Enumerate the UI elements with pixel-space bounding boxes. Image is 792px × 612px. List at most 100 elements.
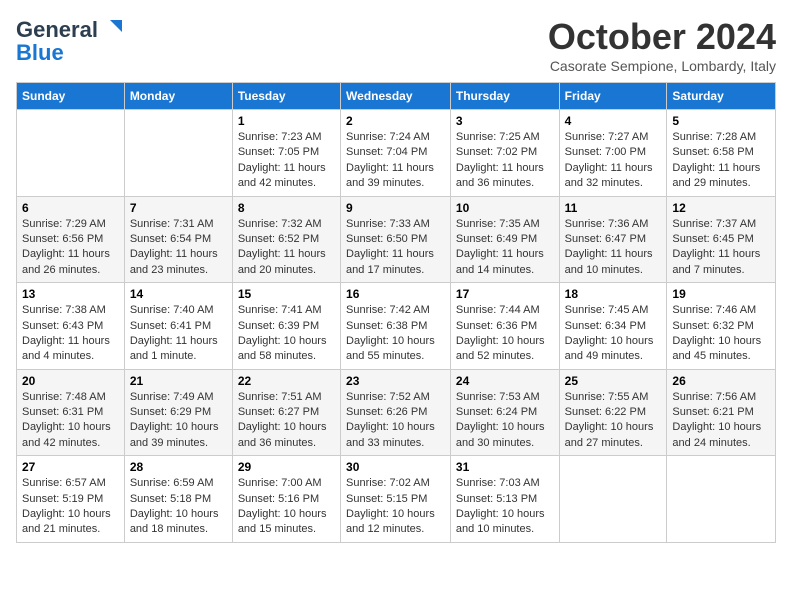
calendar-table: SundayMondayTuesdayWednesdayThursdayFrid… [16,82,776,543]
day-number: 2 [346,114,445,128]
weekday-header-sunday: Sunday [17,83,125,110]
day-info: Sunrise: 7:28 AMSunset: 6:58 PMDaylight:… [672,130,770,192]
day-number: 11 [565,201,662,215]
day-info: Sunrise: 7:38 AMSunset: 6:43 PMDaylight:… [22,303,119,365]
day-cell: 31 Sunrise: 7:03 AMSunset: 5:13 PMDayligh… [450,456,559,543]
day-info: Sunrise: 7:24 AMSunset: 7:04 PMDaylight:… [346,130,445,192]
day-number: 10 [456,201,554,215]
day-number: 24 [456,374,554,388]
month-title: October 2024 [548,16,776,58]
weekday-header-wednesday: Wednesday [341,83,451,110]
day-number: 27 [22,460,119,474]
day-info: Sunrise: 7:40 AMSunset: 6:41 PMDaylight:… [130,303,227,365]
day-number: 28 [130,460,227,474]
day-info: Sunrise: 7:51 AMSunset: 6:27 PMDaylight:… [238,390,335,452]
day-cell: 26 Sunrise: 7:56 AMSunset: 6:21 PMDayligh… [667,369,776,456]
weekday-header-row: SundayMondayTuesdayWednesdayThursdayFrid… [17,83,776,110]
day-cell: 18 Sunrise: 7:45 AMSunset: 6:34 PMDayligh… [559,283,667,370]
logo-blue-text: Blue [16,41,64,65]
day-info: Sunrise: 7:45 AMSunset: 6:34 PMDaylight:… [565,303,662,365]
day-info: Sunrise: 7:46 AMSunset: 6:32 PMDaylight:… [672,303,770,365]
day-number: 31 [456,460,554,474]
day-number: 12 [672,201,770,215]
day-info: Sunrise: 7:32 AMSunset: 6:52 PMDaylight:… [238,217,335,279]
day-cell: 15 Sunrise: 7:41 AMSunset: 6:39 PMDayligh… [232,283,340,370]
page-header: General Blue October 2024 Casorate Sempi… [16,16,776,74]
day-number: 30 [346,460,445,474]
day-info: Sunrise: 7:49 AMSunset: 6:29 PMDaylight:… [130,390,227,452]
day-cell [559,456,667,543]
weekday-header-thursday: Thursday [450,83,559,110]
day-number: 21 [130,374,227,388]
day-number: 9 [346,201,445,215]
day-cell: 6Sunrise: 7:29 AMSunset: 6:56 PMDaylight… [17,196,125,283]
logo: General Blue [16,16,124,65]
day-info: Sunrise: 6:57 AMSunset: 5:19 PMDaylight:… [22,476,119,538]
week-row-2: 6Sunrise: 7:29 AMSunset: 6:56 PMDaylight… [17,196,776,283]
weekday-header-monday: Monday [124,83,232,110]
day-info: Sunrise: 7:00 AMSunset: 5:16 PMDaylight:… [238,476,335,538]
day-cell: 4 Sunrise: 7:27 AMSunset: 7:00 PMDaylight… [559,110,667,197]
day-cell: 1 Sunrise: 7:23 AMSunset: 7:05 PMDaylight… [232,110,340,197]
day-cell: 29 Sunrise: 7:00 AMSunset: 5:16 PMDayligh… [232,456,340,543]
day-info: Sunrise: 7:23 AMSunset: 7:05 PMDaylight:… [238,130,335,192]
day-number: 29 [238,460,335,474]
day-info: Sunrise: 7:25 AMSunset: 7:02 PMDaylight:… [456,130,554,192]
day-number: 19 [672,287,770,301]
day-info: Sunrise: 7:03 AMSunset: 5:13 PMDaylight:… [456,476,554,538]
day-number: 26 [672,374,770,388]
day-info: Sunrise: 7:42 AMSunset: 6:38 PMDaylight:… [346,303,445,365]
day-cell: 21 Sunrise: 7:49 AMSunset: 6:29 PMDayligh… [124,369,232,456]
day-cell: 10 Sunrise: 7:35 AMSunset: 6:49 PMDayligh… [450,196,559,283]
day-number: 17 [456,287,554,301]
weekday-header-saturday: Saturday [667,83,776,110]
day-cell: 17 Sunrise: 7:44 AMSunset: 6:36 PMDayligh… [450,283,559,370]
day-number: 20 [22,374,119,388]
weekday-header-friday: Friday [559,83,667,110]
week-row-4: 20 Sunrise: 7:48 AMSunset: 6:31 PMDayligh… [17,369,776,456]
day-cell [124,110,232,197]
day-cell: 25Sunrise: 7:55 AMSunset: 6:22 PMDayligh… [559,369,667,456]
day-cell: 8Sunrise: 7:32 AMSunset: 6:52 PMDaylight… [232,196,340,283]
day-info: Sunrise: 6:59 AMSunset: 5:18 PMDaylight:… [130,476,227,538]
day-cell: 7Sunrise: 7:31 AMSunset: 6:54 PMDaylight… [124,196,232,283]
day-cell [17,110,125,197]
day-number: 13 [22,287,119,301]
day-info: Sunrise: 7:56 AMSunset: 6:21 PMDaylight:… [672,390,770,452]
day-cell [667,456,776,543]
day-number: 15 [238,287,335,301]
day-number: 22 [238,374,335,388]
location-subtitle: Casorate Sempione, Lombardy, Italy [548,58,776,74]
day-info: Sunrise: 7:52 AMSunset: 6:26 PMDaylight:… [346,390,445,452]
day-info: Sunrise: 7:02 AMSunset: 5:15 PMDaylight:… [346,476,445,538]
day-number: 3 [456,114,554,128]
day-info: Sunrise: 7:55 AMSunset: 6:22 PMDaylight:… [565,390,662,452]
week-row-1: 1 Sunrise: 7:23 AMSunset: 7:05 PMDaylight… [17,110,776,197]
day-info: Sunrise: 7:35 AMSunset: 6:49 PMDaylight:… [456,217,554,279]
day-cell: 27 Sunrise: 6:57 AMSunset: 5:19 PMDayligh… [17,456,125,543]
day-number: 23 [346,374,445,388]
day-cell: 28 Sunrise: 6:59 AMSunset: 5:18 PMDayligh… [124,456,232,543]
day-info: Sunrise: 7:48 AMSunset: 6:31 PMDaylight:… [22,390,119,452]
day-info: Sunrise: 7:53 AMSunset: 6:24 PMDaylight:… [456,390,554,452]
title-block: October 2024 Casorate Sempione, Lombardy… [548,16,776,74]
day-cell: 22 Sunrise: 7:51 AMSunset: 6:27 PMDayligh… [232,369,340,456]
day-cell: 19 Sunrise: 7:46 AMSunset: 6:32 PMDayligh… [667,283,776,370]
day-info: Sunrise: 7:41 AMSunset: 6:39 PMDaylight:… [238,303,335,365]
week-row-5: 27 Sunrise: 6:57 AMSunset: 5:19 PMDayligh… [17,456,776,543]
day-cell: 13 Sunrise: 7:38 AMSunset: 6:43 PMDayligh… [17,283,125,370]
day-number: 1 [238,114,335,128]
day-number: 7 [130,201,227,215]
day-cell: 16 Sunrise: 7:42 AMSunset: 6:38 PMDayligh… [341,283,451,370]
day-number: 18 [565,287,662,301]
logo-arrow-icon [102,18,124,40]
day-cell: 14 Sunrise: 7:40 AMSunset: 6:41 PMDayligh… [124,283,232,370]
day-info: Sunrise: 7:33 AMSunset: 6:50 PMDaylight:… [346,217,445,279]
day-info: Sunrise: 7:44 AMSunset: 6:36 PMDaylight:… [456,303,554,365]
day-number: 14 [130,287,227,301]
day-info: Sunrise: 7:27 AMSunset: 7:00 PMDaylight:… [565,130,662,192]
day-cell: 23 Sunrise: 7:52 AMSunset: 6:26 PMDayligh… [341,369,451,456]
day-number: 4 [565,114,662,128]
day-cell: 30 Sunrise: 7:02 AMSunset: 5:15 PMDayligh… [341,456,451,543]
day-number: 16 [346,287,445,301]
